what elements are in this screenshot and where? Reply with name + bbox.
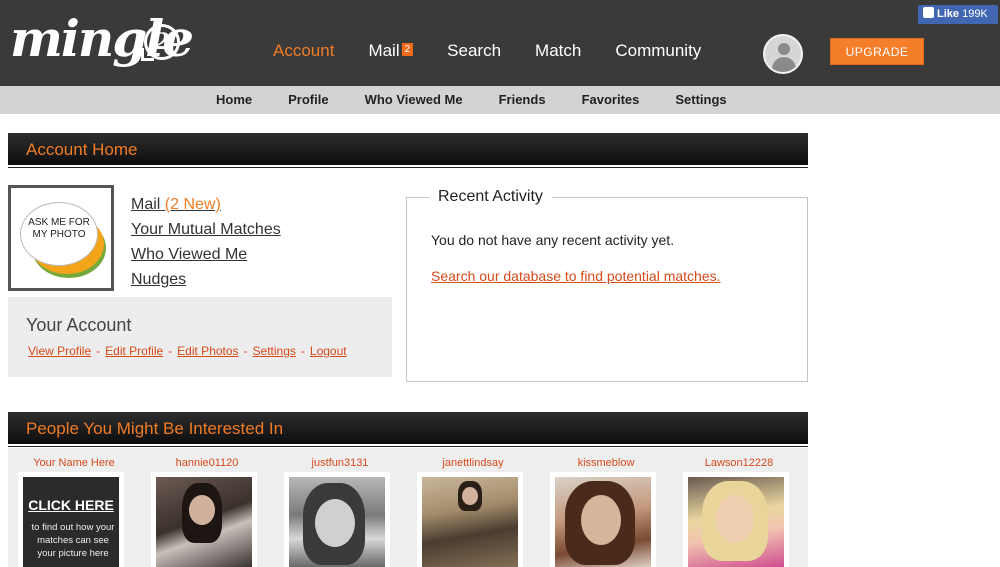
mingle2-logo[interactable]: mingle 2 — [8, 4, 194, 82]
click-here-title: CLICK HERE — [28, 497, 114, 513]
person-card[interactable]: kissmeblow — [550, 456, 662, 567]
facebook-like-button[interactable]: Like 199K — [918, 5, 998, 24]
thumbs-up-icon — [923, 7, 934, 18]
account-home-header: Account Home — [8, 133, 808, 167]
mail-new-count: (2 New) — [164, 196, 221, 213]
person-photo[interactable] — [289, 477, 385, 567]
main-nav: Account Mail 2 Search Match Community — [256, 40, 718, 62]
user-avatar[interactable] — [763, 34, 803, 74]
your-account-panel: Your Account View Profile - Edit Profile - E… — [8, 297, 392, 377]
mail-link-label: Mail — [131, 196, 161, 213]
search-database-link[interactable]: Search our database to find potential ma… — [431, 268, 721, 284]
avatar-body-icon — [772, 57, 796, 72]
person-photo-frame[interactable] — [417, 472, 523, 567]
nav-account[interactable]: Account — [273, 40, 334, 62]
person-card[interactable]: Your Name Here CLICK HERE to find out ho… — [18, 456, 130, 567]
recent-activity-empty-text: You do not have any recent activity yet. — [431, 232, 675, 248]
link-separator: - — [168, 344, 173, 358]
recent-activity-title: Recent Activity — [429, 188, 552, 206]
subnav-settings[interactable]: Settings — [657, 86, 744, 114]
upgrade-button[interactable]: UPGRADE — [830, 38, 924, 65]
mail-link[interactable]: Mail (2 New) — [131, 192, 281, 217]
person-photo[interactable] — [422, 477, 518, 567]
nav-community[interactable]: Community — [615, 40, 701, 62]
account-quick-links: Mail (2 New) Your Mutual Matches Who Vie… — [131, 192, 281, 292]
person-name[interactable]: Your Name Here — [18, 456, 130, 470]
person-photo[interactable] — [688, 477, 784, 567]
subnav-who-viewed-me[interactable]: Who Viewed Me — [347, 86, 481, 114]
mail-count-badge: 2 — [401, 43, 414, 56]
person-name[interactable]: kissmeblow — [550, 456, 662, 470]
recent-activity-panel: Recent Activity You do not have any rece… — [406, 188, 808, 382]
person-photo[interactable] — [555, 477, 651, 567]
view-profile-link[interactable]: View Profile — [28, 344, 91, 358]
logout-link[interactable]: Logout — [310, 344, 347, 358]
person-photo-frame[interactable] — [683, 472, 789, 567]
ask-photo-text: ASK ME FOR MY PHOTO — [28, 217, 90, 240]
nudges-link[interactable]: Nudges — [131, 267, 281, 292]
person-name[interactable]: Lawson12228 — [683, 456, 795, 470]
account-home-title: Account Home — [26, 140, 138, 159]
person-photo-frame[interactable] — [151, 472, 257, 567]
people-interested-header: People You Might Be Interested In — [8, 412, 808, 446]
subnav-favorites[interactable]: Favorites — [564, 86, 658, 114]
avatar-head-icon — [778, 43, 790, 55]
person-photo[interactable] — [156, 477, 252, 567]
your-account-title: Your Account — [26, 315, 132, 335]
person-card[interactable]: hannie01120 — [151, 456, 263, 567]
logo-badge: 2 — [141, 24, 180, 61]
person-name[interactable]: hannie01120 — [151, 456, 263, 470]
nav-search[interactable]: Search — [447, 40, 501, 62]
person-photo-frame[interactable] — [550, 472, 656, 567]
click-here-subtext: to find out how your matches can see you… — [31, 522, 115, 559]
settings-link[interactable]: Settings — [253, 344, 296, 358]
person-name[interactable]: janettlindsay — [417, 456, 529, 470]
link-separator: - — [300, 344, 305, 358]
people-interested-title: People You Might Be Interested In — [26, 419, 284, 438]
ask-me-for-photo-image[interactable]: ASK ME FOR MY PHOTO — [8, 185, 114, 291]
edit-photos-link[interactable]: Edit Photos — [177, 344, 238, 358]
fb-like-label: Like — [937, 8, 960, 20]
people-grid: Your Name Here CLICK HERE to find out ho… — [8, 448, 808, 567]
link-separator: - — [243, 344, 248, 358]
person-photo-frame[interactable] — [284, 472, 390, 567]
person-name[interactable]: justfun3131 — [284, 456, 396, 470]
link-separator: - — [96, 344, 101, 358]
click-here-placeholder[interactable]: CLICK HERE to find out how your matches … — [23, 477, 119, 567]
person-photo-frame[interactable]: CLICK HERE to find out how your matches … — [18, 472, 124, 567]
person-card[interactable]: justfun3131 — [284, 456, 396, 567]
subnav-home[interactable]: Home — [198, 86, 270, 114]
fb-like-count: 199K — [962, 8, 988, 20]
nav-match[interactable]: Match — [535, 40, 581, 62]
nav-mail-label: Mail — [368, 41, 400, 60]
who-viewed-me-link[interactable]: Who Viewed Me — [131, 242, 281, 267]
sub-nav: Home Profile Who Viewed Me Friends Favor… — [0, 86, 1000, 114]
person-card[interactable]: janettlindsay — [417, 456, 529, 567]
person-card[interactable]: Lawson12228 — [683, 456, 795, 567]
edit-profile-link[interactable]: Edit Profile — [105, 344, 163, 358]
subnav-friends[interactable]: Friends — [481, 86, 564, 114]
nav-mail[interactable]: Mail 2 — [368, 40, 414, 62]
your-account-links: View Profile - Edit Profile - Edit Photos - Se… — [28, 344, 347, 358]
mutual-matches-link[interactable]: Your Mutual Matches — [131, 217, 281, 242]
speech-bubble-icon: ASK ME FOR MY PHOTO — [20, 202, 98, 266]
top-header: mingle 2 Account Mail 2 Search Match Comm… — [0, 0, 1000, 86]
subnav-profile[interactable]: Profile — [270, 86, 346, 114]
